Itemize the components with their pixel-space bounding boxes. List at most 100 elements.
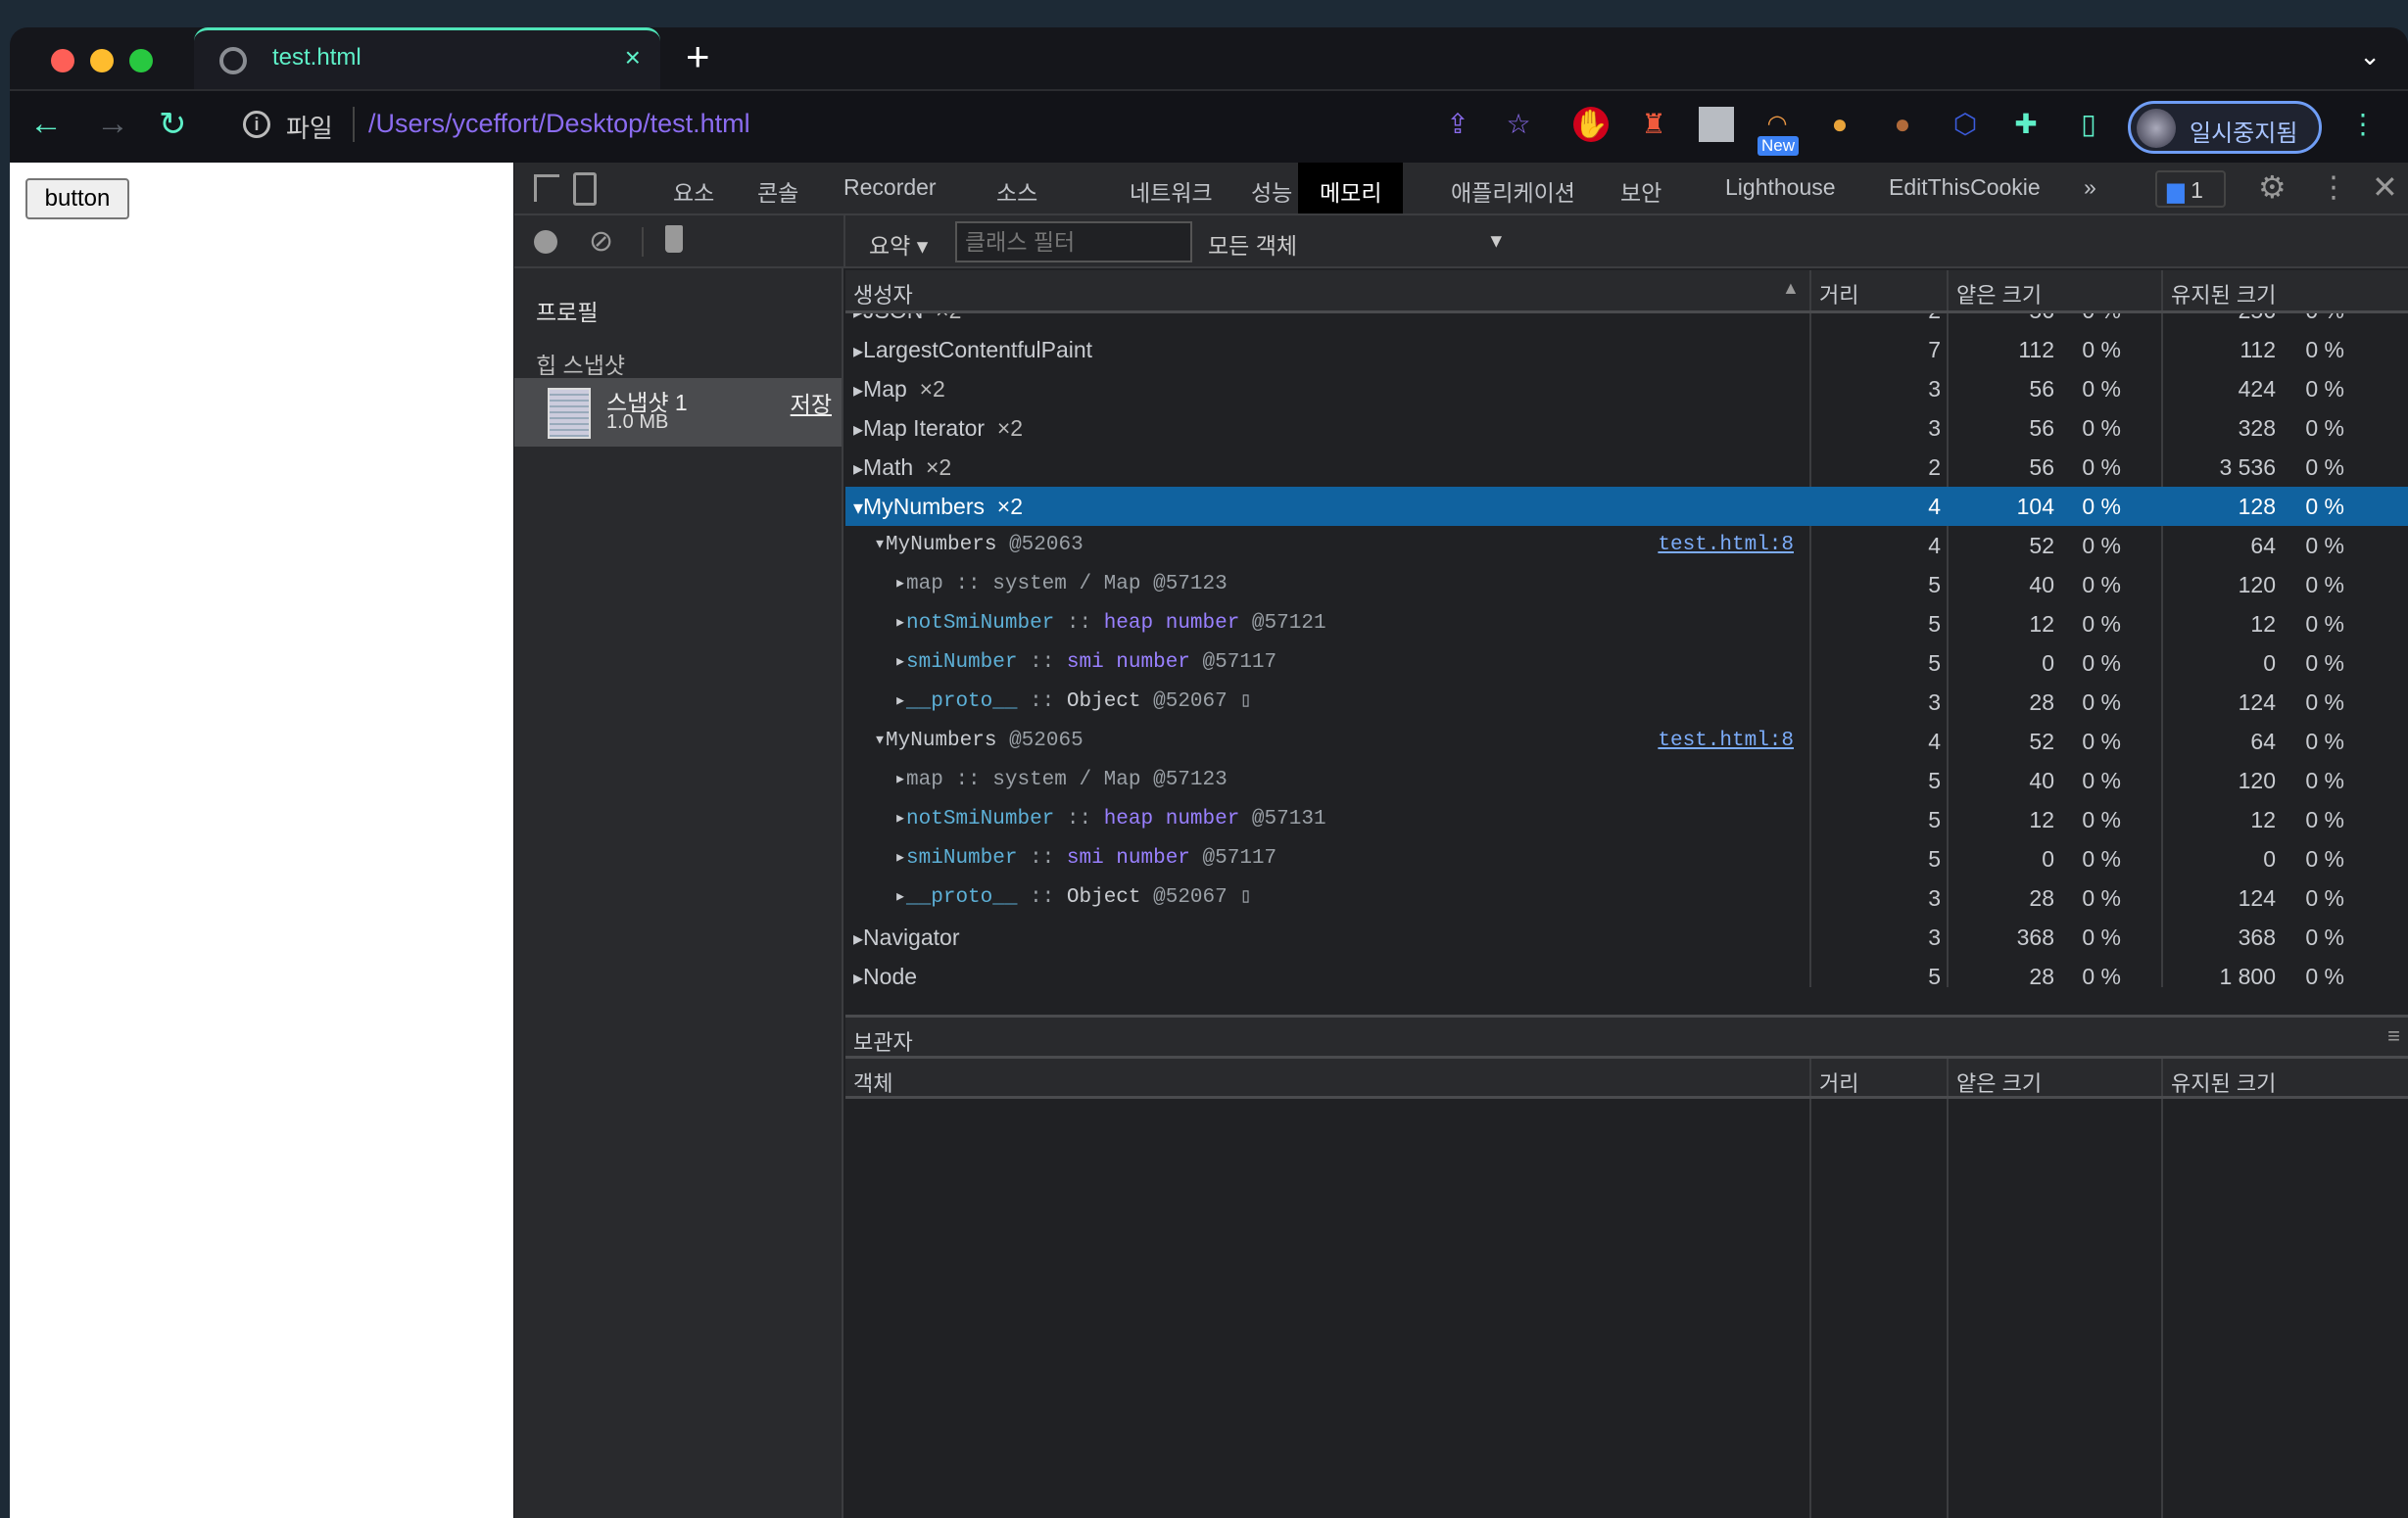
page-button[interactable]: button	[25, 178, 129, 219]
table-row[interactable]: ▸Node 5 28 0 % 1 800 0 %	[845, 957, 2408, 987]
collapsed-triangle-icon[interactable]: ▸	[894, 886, 906, 909]
close-window-button[interactable]	[51, 49, 74, 72]
trash-icon[interactable]	[665, 225, 683, 253]
source-link[interactable]: test.html:8	[1658, 526, 1794, 565]
column-object[interactable]: 객체	[853, 1067, 892, 1098]
column-shallow-size[interactable]: 얕은 크기	[1956, 1067, 2042, 1098]
collapsed-triangle-icon[interactable]: ▸	[853, 928, 863, 950]
collapsed-triangle-icon[interactable]: ▸	[894, 769, 906, 791]
close-devtools-icon[interactable]: ✕	[2372, 168, 2398, 206]
collapsed-triangle-icon[interactable]: ▸	[853, 968, 863, 987]
record-icon[interactable]	[534, 230, 557, 254]
collapsed-triangle-icon[interactable]: ▸	[894, 573, 906, 595]
tab-10[interactable]: EditThisCookie	[1889, 174, 2041, 215]
tab-0[interactable]: 요소	[673, 174, 714, 215]
table-row[interactable]: ▾MyNumbers ×2 4 104 0 % 128 0 %	[845, 487, 2408, 526]
editthiscookie-extension-icon[interactable]: ●	[1885, 107, 1920, 142]
tab-4[interactable]: 네트워크	[1130, 174, 1213, 215]
site-info-icon[interactable]: i	[243, 111, 270, 138]
table-row[interactable]: ▸smiNumber :: smi number @57117 5 0 0 % 0 0 %	[845, 839, 2408, 878]
hexagon-extension-icon[interactable]: ⬡	[1948, 107, 1983, 142]
tab-9[interactable]: Lighthouse	[1725, 174, 1836, 215]
clear-icon[interactable]: ⊘	[589, 224, 613, 259]
tab-close-icon[interactable]: ×	[625, 42, 641, 73]
reload-icon[interactable]: ↻	[159, 105, 187, 144]
table-row[interactable]: ▸Navigator 3 368 0 % 368 0 %	[845, 918, 2408, 957]
grey-extension-icon[interactable]	[1699, 107, 1734, 142]
extensions-puzzle-icon[interactable]: ✚	[2008, 107, 2044, 142]
collapsed-triangle-icon[interactable]: ▸	[894, 651, 906, 674]
table-row[interactable]: ▸Math ×2 2 56 0 % 3 536 0 %	[845, 448, 2408, 487]
collapsed-triangle-icon[interactable]: ▸	[894, 612, 906, 635]
tab-5[interactable]: 성능	[1251, 174, 1292, 215]
table-row[interactable]: ▸notSmiNumber :: heap number @57131 5 12 0 …	[845, 800, 2408, 839]
bookmark-star-icon[interactable]: ☆	[1501, 107, 1536, 142]
column-distance[interactable]: 거리	[1819, 278, 1858, 309]
table-row[interactable]: ▸LargestContentfulPaint 7 112 0 % 112 0 %	[845, 330, 2408, 369]
class-filter-input[interactable]	[955, 221, 1192, 262]
tab-2[interactable]: Recorder	[843, 174, 937, 215]
profile-button[interactable]: 일시중지됨	[2128, 101, 2322, 154]
collapsed-triangle-icon[interactable]: ▸	[853, 380, 863, 402]
expanded-triangle-icon[interactable]: ▾	[874, 534, 886, 556]
collapsed-triangle-icon[interactable]: ▸	[894, 847, 906, 870]
table-row[interactable]: ▾MyNumbers @52063 test.html:8 4 52 0 % 64 0 %	[845, 526, 2408, 565]
table-row[interactable]: ▸__proto__ :: Object @52067 ▯ 3 28 0 % 124 0 …	[845, 878, 2408, 918]
table-row[interactable]: ▾MyNumbers @52065 test.html:8 4 52 0 % 64 0 %	[845, 722, 2408, 761]
save-snapshot-link[interactable]: 저장	[791, 386, 832, 419]
column-retained-size[interactable]: 유지된 크기	[2171, 1067, 2276, 1098]
name-part: ×2	[985, 494, 1024, 519]
expanded-triangle-icon[interactable]: ▾	[853, 498, 863, 519]
cookie-extension-icon[interactable]: ●	[1822, 107, 1857, 142]
tab-1[interactable]: 콘솔	[757, 174, 798, 215]
collapsed-triangle-icon[interactable]: ▸	[853, 458, 863, 480]
tab-6[interactable]: 메모리	[1298, 163, 1404, 213]
source-link[interactable]: test.html:8	[1658, 722, 1794, 761]
tab-search-chevron-icon[interactable]: ⌄	[2359, 41, 2381, 71]
table-row[interactable]: ▸map :: system / Map @57123 5 40 0 % 120 0 %	[845, 565, 2408, 604]
side-panel-icon[interactable]: ▯	[2071, 107, 2106, 142]
browser-tab[interactable]: test.html ×	[194, 27, 660, 89]
column-shallow-size[interactable]: 얕은 크기	[1956, 278, 2042, 309]
column-constructor[interactable]: 생성자	[853, 278, 913, 309]
menu-icon[interactable]: ≡	[2387, 1023, 2400, 1049]
maximize-window-button[interactable]	[129, 49, 153, 72]
share-icon[interactable]: ⇪	[1440, 107, 1475, 142]
view-select[interactable]: 요약 ▾	[869, 227, 928, 261]
collapsed-triangle-icon[interactable]: ▸	[853, 419, 863, 441]
table-row[interactable]: ▸__proto__ :: Object @52067 ▯ 3 28 0 % 124 0 …	[845, 683, 2408, 722]
column-retained-size[interactable]: 유지된 크기	[2171, 278, 2276, 309]
settings-gear-icon[interactable]: ⚙	[2258, 168, 2287, 206]
inspect-element-icon[interactable]	[534, 174, 559, 202]
lighthouse-extension-icon[interactable]: ♜	[1636, 107, 1671, 142]
devtools-more-icon[interactable]: ⋮	[2319, 170, 2348, 205]
collapsed-triangle-icon[interactable]: ▸	[853, 341, 863, 362]
column-distance[interactable]: 거리	[1819, 1067, 1858, 1098]
collapsed-triangle-icon[interactable]: ▸	[894, 690, 906, 713]
issues-button[interactable]: ▆ 1	[2155, 170, 2226, 208]
more-tabs-icon[interactable]: »	[2084, 174, 2096, 215]
forward-icon[interactable]: →	[96, 105, 129, 143]
objects-filter-select[interactable]: 모든 객체 ▾	[1208, 227, 1502, 261]
collapsed-triangle-icon[interactable]: ▸	[894, 808, 906, 830]
address-bar-url[interactable]: /Users/yceffort/Desktop/test.html	[368, 109, 750, 139]
table-row[interactable]: ▸Map Iterator ×2 3 56 0 % 328 0 %	[845, 408, 2408, 448]
table-row[interactable]: ▸smiNumber :: smi number @57117 5 0 0 % 0 0 %	[845, 643, 2408, 683]
tab-3[interactable]: 소스	[996, 174, 1037, 215]
tab-8[interactable]: 보안	[1620, 174, 1662, 215]
table-row[interactable]: ▸JSON ×22560 %2560 %	[845, 313, 2408, 330]
expanded-triangle-icon[interactable]: ▾	[874, 730, 886, 752]
table-row[interactable]: ▸map :: system / Map @57123 5 40 0 % 120 0 %	[845, 761, 2408, 800]
snapshot-item[interactable]: 스냅샷 1 1.0 MB 저장	[514, 378, 842, 447]
table-row[interactable]: ▸notSmiNumber :: heap number @57121 5 12 0 …	[845, 604, 2408, 643]
back-icon[interactable]: ←	[29, 105, 63, 143]
adblock-extension-icon[interactable]: ✋	[1573, 107, 1609, 142]
tab-7[interactable]: 애플리케이션	[1451, 174, 1575, 215]
table-body[interactable]: ▸JSON ×22560 %2560 %▸LargestContentfulPa…	[845, 313, 2408, 987]
more-menu-icon[interactable]: ⋮	[2345, 107, 2381, 142]
device-toolbar-icon[interactable]	[573, 172, 597, 206]
collapsed-triangle-icon[interactable]: ▸	[853, 313, 863, 323]
minimize-window-button[interactable]	[90, 49, 114, 72]
new-tab-button[interactable]: +	[686, 33, 710, 80]
table-row[interactable]: ▸Map ×2 3 56 0 % 424 0 %	[845, 369, 2408, 408]
